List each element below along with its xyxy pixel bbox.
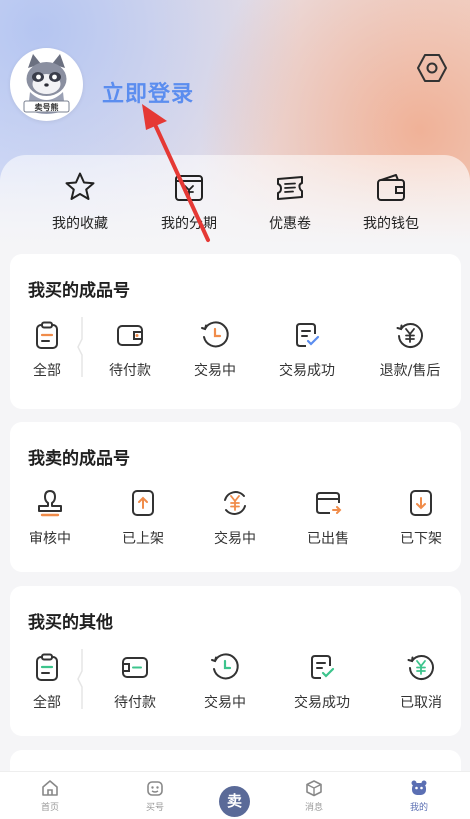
other-label: 全部 <box>33 695 61 711</box>
clipboard-icon <box>36 653 58 681</box>
other-all[interactable]: 全部 <box>2 652 92 712</box>
tab-buy[interactable]: 买号 <box>125 778 185 813</box>
coupon-icon <box>277 176 303 200</box>
tab-label: 买号 <box>145 803 164 813</box>
login-link[interactable]: 立即登录 <box>102 76 194 108</box>
sell-label: 已出售 <box>307 531 349 547</box>
other-in-progress[interactable]: 交易中 <box>180 652 270 712</box>
sell-label: 已上架 <box>122 531 164 547</box>
exchange-yuan-icon <box>224 491 246 515</box>
sell-label: 已下架 <box>400 531 442 547</box>
clock-icon <box>201 321 229 348</box>
document-check-icon <box>311 655 335 679</box>
order-label: 交易中 <box>194 363 236 379</box>
order-label: 交易成功 <box>279 363 335 379</box>
avatar-badge: 卖号熊 <box>35 102 59 112</box>
other-label: 待付款 <box>114 695 156 711</box>
profile-bear-icon <box>411 780 427 795</box>
other-success[interactable]: 交易成功 <box>277 652 367 712</box>
tab-label: 首页 <box>40 803 59 813</box>
order-label: 全部 <box>33 363 61 379</box>
quick-link-coupons[interactable]: 优惠卷 <box>240 170 340 233</box>
buy-icon <box>147 781 163 796</box>
quick-link-installment[interactable]: 我的分期 <box>139 170 239 233</box>
sell-label: 交易中 <box>214 531 256 547</box>
message-box-icon <box>306 780 322 797</box>
star-icon <box>65 172 95 200</box>
settings-button[interactable] <box>415 51 449 85</box>
clock-icon <box>211 653 239 680</box>
card-buy-products: 我买的成品号 全部 待付款 交易中 交易成功 退款/售后 <box>10 254 461 409</box>
stamp-icon <box>38 490 62 517</box>
quick-links: 我的收藏 我的分期 优惠卷 我的钱包 <box>0 170 470 240</box>
sell-sold[interactable]: 已出售 <box>283 488 373 548</box>
section-title: 我买的其他 <box>28 613 113 633</box>
tab-label: 我的 <box>409 803 428 813</box>
shelf-down-icon <box>410 490 432 516</box>
other-label: 已取消 <box>400 695 442 711</box>
tab-label: 消息 <box>304 803 323 813</box>
wallet-pending-icon <box>122 657 148 678</box>
home-icon <box>42 780 58 796</box>
sell-button[interactable]: 卖 <box>219 786 250 817</box>
order-pending-payment[interactable]: 待付款 <box>85 320 175 380</box>
order-success[interactable]: 交易成功 <box>262 320 352 380</box>
other-cancelled[interactable]: 已取消 <box>376 652 466 712</box>
other-label: 交易中 <box>204 695 246 711</box>
other-label: 交易成功 <box>294 695 350 711</box>
order-in-progress[interactable]: 交易中 <box>170 320 260 380</box>
tab-home[interactable]: 首页 <box>20 778 80 813</box>
quick-link-favorites[interactable]: 我的收藏 <box>30 170 130 233</box>
order-label: 退款/售后 <box>379 363 441 379</box>
installment-icon <box>175 175 203 201</box>
quick-link-label: 优惠卷 <box>269 216 311 232</box>
quick-link-label: 我的钱包 <box>363 216 419 232</box>
quick-link-wallet[interactable]: 我的钱包 <box>341 170 441 233</box>
sell-in-progress[interactable]: 交易中 <box>190 488 280 548</box>
card-buy-other: 我买的其他 全部 待付款 交易中 交易成功 已取消 <box>10 586 461 736</box>
quick-link-label: 我的分期 <box>161 216 217 232</box>
sell-label: 审核中 <box>29 531 71 547</box>
avatar[interactable]: 卖号熊 <box>10 48 83 121</box>
sell-unlisted[interactable]: 已下架 <box>376 488 466 548</box>
sell-listed[interactable]: 已上架 <box>98 488 188 548</box>
clipboard-icon <box>36 321 58 349</box>
document-check-icon <box>296 323 320 347</box>
sell-reviewing[interactable]: 审核中 <box>5 488 95 548</box>
cancel-yuan-icon <box>407 655 434 680</box>
other-pending-payment[interactable]: 待付款 <box>90 652 180 712</box>
section-title: 我卖的成品号 <box>28 449 130 469</box>
order-label: 待付款 <box>109 363 151 379</box>
refund-icon <box>396 323 423 348</box>
section-title: 我买的成品号 <box>28 281 130 301</box>
sold-card-icon <box>316 492 342 514</box>
shelf-up-icon <box>132 490 154 516</box>
order-refund[interactable]: 退款/售后 <box>365 320 455 380</box>
raccoon-mascot-icon: 卖号熊 <box>23 54 70 114</box>
quick-link-label: 我的收藏 <box>52 216 108 232</box>
card-sell-products: 我卖的成品号 审核中 已上架 交易中 已出售 已下架 <box>10 422 461 572</box>
wallet-icon <box>377 174 405 201</box>
order-all[interactable]: 全部 <box>2 320 92 380</box>
tab-messages[interactable]: 消息 <box>284 778 344 813</box>
settings-hexagon-icon <box>417 54 447 82</box>
wallet-pending-icon <box>117 325 143 346</box>
tab-profile[interactable]: 我的 <box>389 778 449 813</box>
